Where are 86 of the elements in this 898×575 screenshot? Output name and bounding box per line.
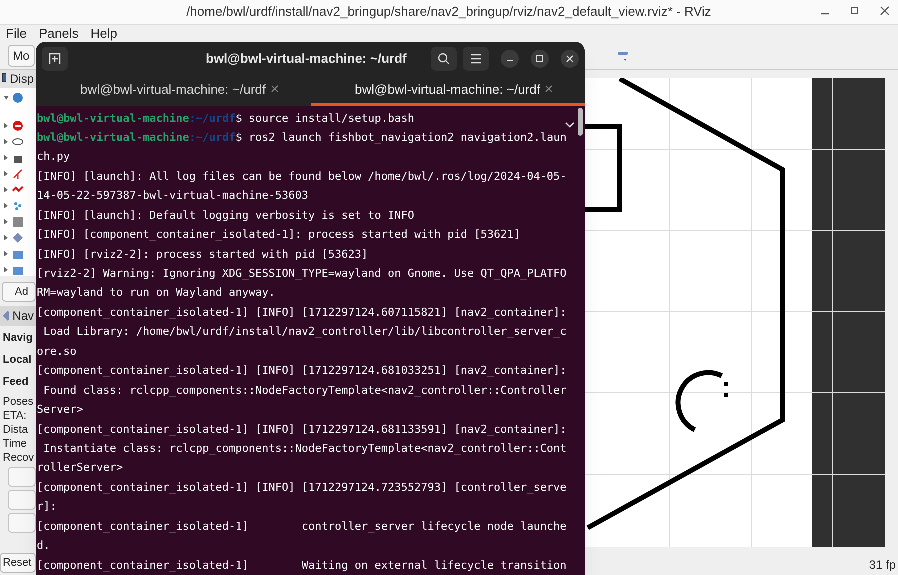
display-icon [12, 232, 24, 244]
fps-label: 31 fp [869, 557, 896, 574]
output-line: [component_container_isolated-1] [INFO] [1712297124.681133591] [nav2_container]: [37, 422, 568, 438]
display-icon [12, 264, 24, 276]
output-line: ch.py [37, 149, 72, 166]
display-icon [12, 216, 24, 228]
prompt-user: bwl@bwl-virtual-machine [37, 130, 190, 144]
output-line: 14-05-22-597387-bwl-virtual-machine-53603 [37, 188, 310, 204]
display-icon [12, 200, 24, 212]
output-line: Server> [37, 402, 84, 418]
menu-button[interactable] [463, 47, 489, 72]
output-line: [INFO] [rviz2-2]: process started with pid [53623] [37, 246, 370, 263]
expand-icon[interactable] [4, 155, 9, 161]
output-line: d. [37, 538, 52, 554]
panel-title: Disp [10, 71, 34, 88]
panel-label: Navig [3, 331, 34, 346]
expand-icon[interactable] [4, 123, 9, 129]
prompt-path: :~/urdf [189, 130, 236, 144]
expand-icon[interactable] [4, 171, 9, 177]
reset-button[interactable]: Reset [0, 553, 36, 573]
output-line: [INFO] [launch]: Default logging verbosity is set to INFO [37, 208, 416, 224]
display-icon [12, 168, 24, 180]
command-text: $ ros2 launch fishbot_navigation2 navigation2.laun [236, 130, 567, 144]
display-icon [12, 120, 24, 132]
output-line: [component_container_isolated-1] controller_server lifecycle node launche [37, 518, 568, 535]
output-line: r]: [37, 499, 58, 516]
prompt-user: bwl@bwl-virtual-machine [37, 112, 190, 124]
panel-label: ETA: [3, 409, 28, 423]
menu-icon [470, 54, 482, 64]
new-tab-button[interactable] [42, 47, 68, 72]
prompt-path: :~/urdf [189, 112, 236, 124]
close-icon [566, 55, 574, 64]
display-icon [12, 248, 24, 260]
maximize-icon[interactable] [850, 6, 860, 16]
panel-label: Time [3, 437, 28, 451]
menu-item[interactable]: Help [90, 25, 118, 42]
expand-icon[interactable] [4, 235, 9, 241]
output-line: Instantiate class: rclcpp_components::NodeFactoryTemplate<nav2_controller::Cont [42, 440, 568, 457]
panel-label: Local [3, 353, 33, 368]
output-line: rollerServer> [37, 460, 124, 476]
terminal-title: bwl@bwl-virtual-machine: ~/urdf [206, 50, 407, 68]
output-line: [component_container_isolated-1] Waiting on external lifecycle transition [37, 558, 568, 574]
output-line: Load Library: /home/bwl/urdf/install/nav2_controller/lib/libcontroller_server_c [42, 324, 568, 340]
panel-label: Dista [3, 423, 30, 437]
expand-icon[interactable] [4, 251, 9, 257]
search-button[interactable] [431, 47, 457, 72]
expand-icon[interactable] [4, 95, 9, 101]
map-view[interactable] [583, 78, 885, 547]
menu-item[interactable]: Panels [38, 25, 79, 42]
monitor-icon [2, 73, 6, 85]
scrollbar-thumb[interactable] [578, 108, 583, 136]
panel-label: Poses [3, 395, 35, 409]
expand-icon[interactable] [4, 187, 9, 193]
maximize-icon [536, 55, 544, 64]
output-line: [rviz2-2] Warning: Ignoring XDG_SESSION_TYPE=wayland on Gnome. Use QT_QPA_PLATFO [37, 266, 568, 282]
output-line: RM=wayland to run on Wayland anyway. [37, 285, 276, 302]
output-line: [INFO] [component_container_isolated-1]: process started with pid [53621] [37, 227, 522, 244]
add-button[interactable]: Ad [2, 282, 36, 302]
output-line: [component_container_isolated-1] [INFO] [1712297124.723552793] [controller_serve [37, 480, 568, 496]
close-button[interactable] [561, 50, 579, 68]
window-title: /home/bwl/urdf/install/nav2_bringup/share/nav2_bringup/rviz/nav2_default_view.rviz* - RViz [186, 3, 712, 22]
command-text: $ source install/setup.bash [236, 112, 414, 124]
panel-label: Recov [3, 451, 36, 465]
chevron-icon[interactable] [565, 122, 575, 128]
panel-title: Nav [12, 308, 34, 325]
output-line: [INFO] [launch]: All log files can be found below /home/bwl/.ros/log/2024-04-05- [37, 168, 568, 185]
expand-icon[interactable] [4, 267, 9, 273]
close-icon[interactable] [270, 85, 278, 94]
close-icon[interactable] [545, 85, 553, 94]
output-line: [component_container_isolated-1] [INFO] [1712297124.607115821] [nav2_container]: [37, 304, 568, 321]
output-line: Found class: rclcpp_components::NodeFactoryTemplate<nav2_controller::Controller [42, 382, 568, 399]
output-line: [component_container_isolated-1] [INFO] [1712297124.681033251] [nav2_container]: [37, 363, 568, 380]
tool-button[interactable]: Mo [8, 44, 35, 66]
output-line: ore.so [37, 344, 78, 360]
panel-label: Feed [3, 375, 30, 390]
maximize-button[interactable] [531, 50, 549, 68]
display-icon [12, 92, 24, 104]
display-icon [12, 136, 24, 148]
menu-item[interactable]: File [6, 25, 27, 42]
tool-icon[interactable] [616, 50, 631, 62]
expand-icon[interactable] [4, 203, 9, 209]
expand-icon[interactable] [4, 219, 9, 225]
expand-icon[interactable] [4, 139, 9, 145]
close-icon[interactable] [880, 6, 890, 16]
new-tab-icon [49, 53, 61, 66]
search-icon [438, 53, 450, 66]
